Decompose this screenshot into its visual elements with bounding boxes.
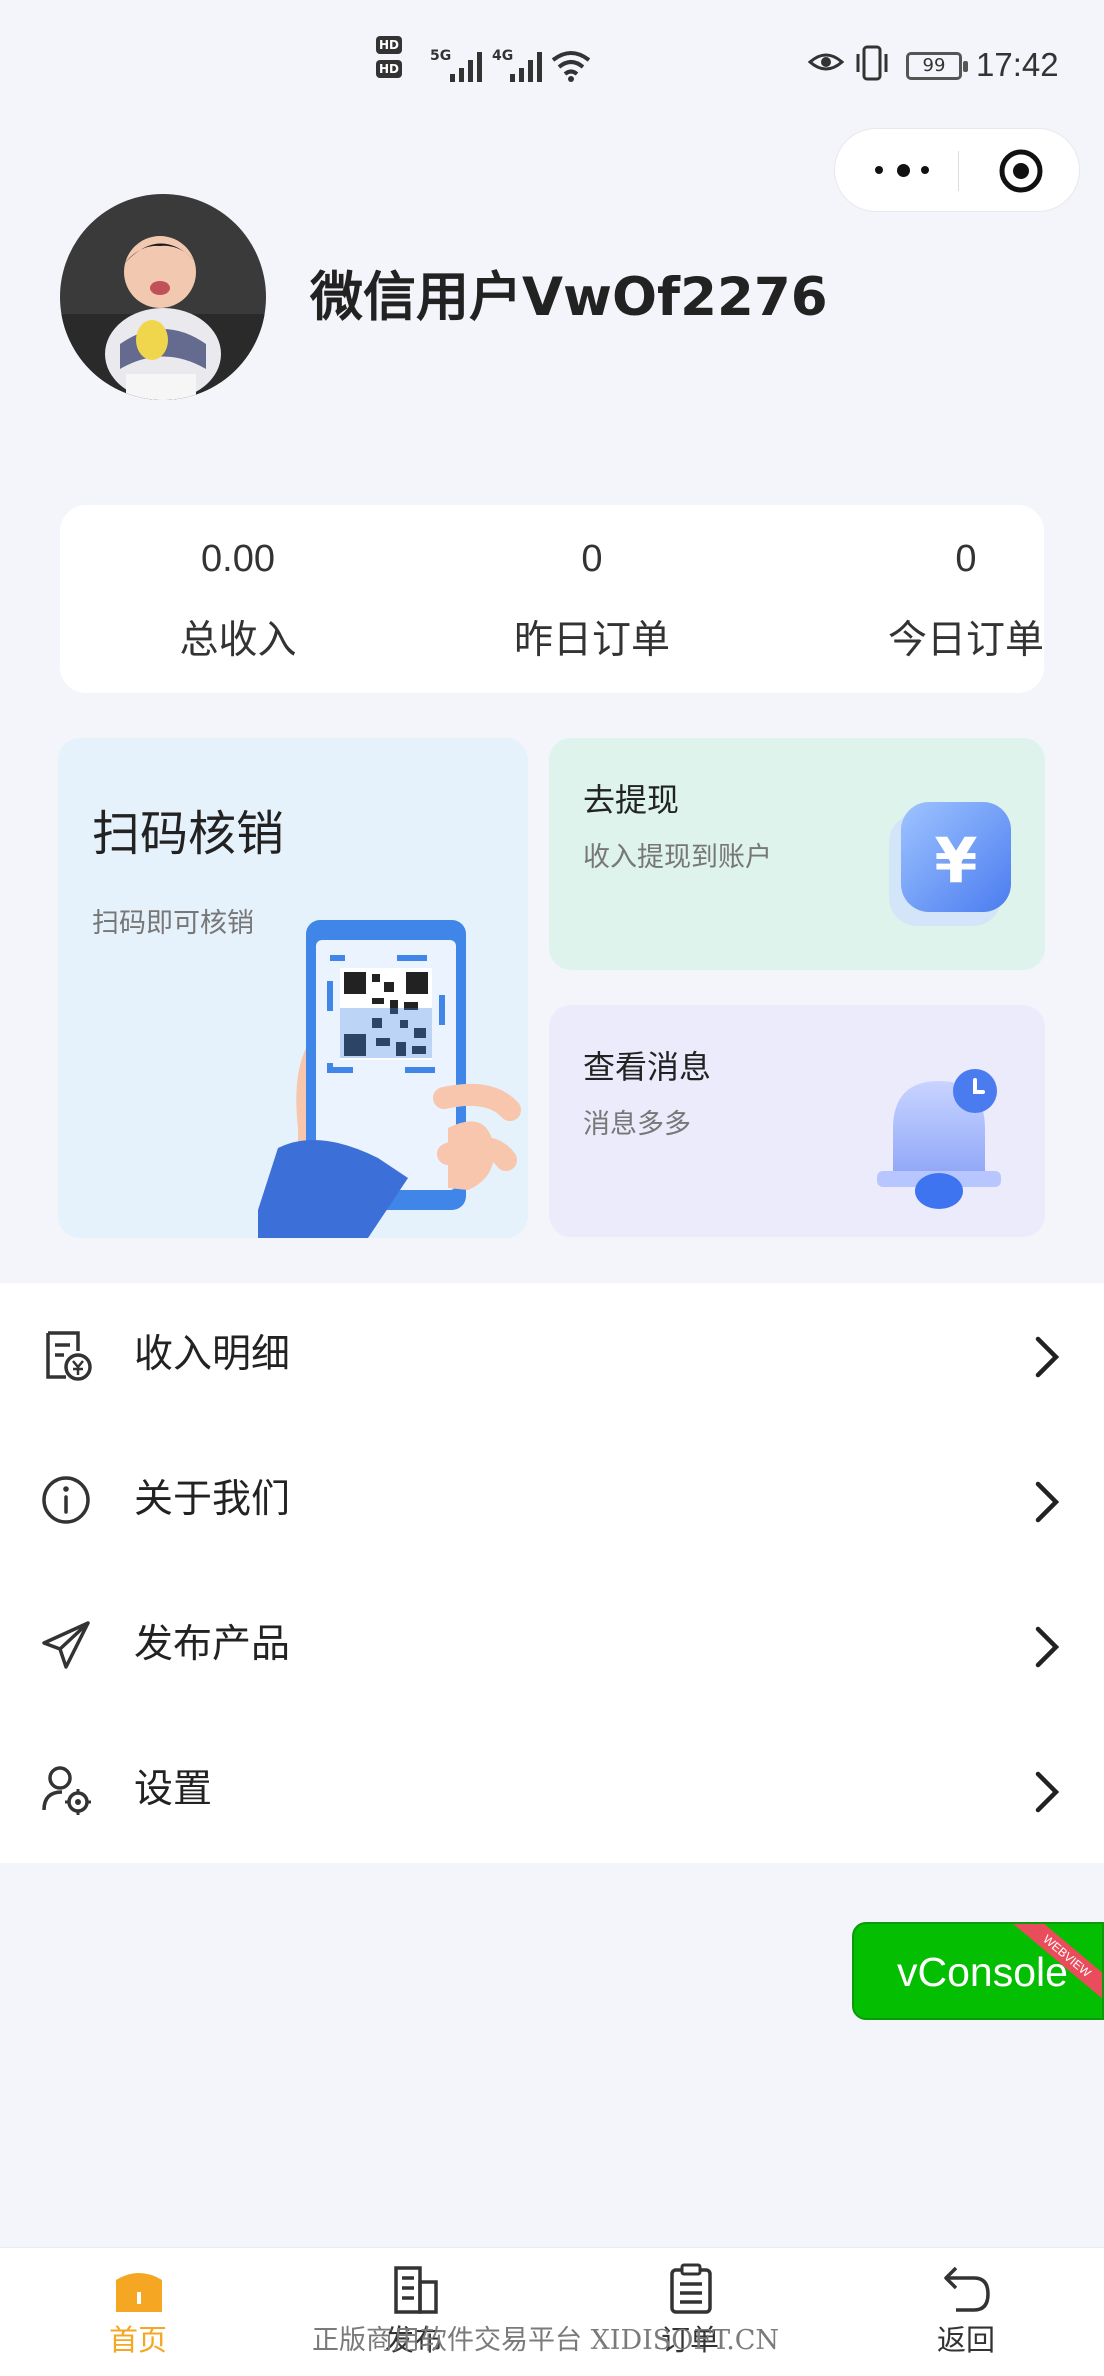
stat-value: 0 (955, 538, 977, 580)
chevron-right-icon (1035, 1336, 1060, 1378)
stat-yesterday-orders[interactable]: 0 昨日订单 (462, 531, 722, 669)
vconsole-button[interactable]: vConsole WEBVIEW (852, 1922, 1104, 2020)
vibrate-icon (856, 45, 888, 81)
paper-plane-icon (42, 1621, 90, 1669)
menu-item-publish-product[interactable]: 发布产品 (0, 1573, 1104, 1718)
home-icon (116, 2273, 162, 2312)
withdraw-card-title: 去提现 (583, 781, 680, 819)
wifi-icon (551, 51, 591, 82)
user-settings-icon (42, 1766, 91, 1815)
messages-card-title: 查看消息 (583, 1048, 712, 1086)
building-icon (394, 2266, 438, 2314)
hd-badge-2: HD (376, 60, 402, 78)
clipboard-icon (670, 2263, 712, 2314)
tab-return[interactable]: 返回 (828, 2248, 1104, 2376)
scan-verify-card[interactable]: 扫码核销 扫码即可核销 (58, 738, 528, 1238)
tab-label: 首页 (108, 2323, 167, 2357)
income-detail-icon (46, 1331, 92, 1381)
stat-today-orders[interactable]: 0 今日订单 (836, 531, 1096, 669)
eye-icon (808, 53, 844, 71)
menu-label: 发布产品 (134, 1622, 291, 1667)
capsule-divider (958, 151, 959, 191)
username: 微信用户VwOf2276 (310, 267, 828, 328)
menu-label: 设置 (134, 1767, 213, 1812)
tab-home[interactable]: 首页 (0, 2248, 276, 2376)
hd-badge-1: HD (376, 36, 402, 54)
withdraw-card[interactable]: 去提现 收入提现到账户 ¥ (549, 738, 1045, 970)
stat-value: 0.00 (201, 538, 275, 580)
scan-card-title: 扫码核销 (92, 806, 285, 862)
scan-card-subtitle: 扫码即可核销 (92, 908, 254, 939)
menu-list: 收入明细 关于我们 发布产品 设置 (0, 1283, 1104, 1863)
status-time: 17:42 (976, 46, 1059, 83)
stat-value: 0 (581, 538, 603, 580)
more-options-button[interactable] (875, 157, 935, 185)
hd-indicator: HD HD (376, 36, 422, 96)
stat-label: 总收入 (179, 618, 297, 663)
cell-signal-icon-2 (510, 52, 542, 82)
stat-label: 今日订单 (887, 618, 1044, 663)
watermark: 正版商用软件交易平台 XIDISOFT.CN (312, 2325, 780, 2356)
menu-item-settings[interactable]: 设置 (0, 1718, 1104, 1863)
cell-signal-icon (450, 52, 482, 82)
close-miniprogram-button[interactable] (997, 147, 1045, 195)
phone-qr-illustration-icon (258, 920, 521, 1238)
status-bar: HD HD 5G 4G 99 17:42 (0, 0, 1104, 130)
messages-card[interactable]: 查看消息 消息多多 (549, 1005, 1045, 1237)
vconsole-label: vConsole (897, 1949, 1068, 1995)
avatar[interactable] (60, 194, 266, 400)
avatar-photo (60, 194, 266, 400)
stat-label: 昨日订单 (513, 618, 670, 663)
withdraw-card-subtitle: 收入提现到账户 (583, 842, 772, 873)
stats-card: 0.00 总收入 0 昨日订单 0 今日订单 (60, 505, 1044, 693)
messages-card-subtitle: 消息多多 (583, 1109, 691, 1140)
miniprogram-capsule (834, 128, 1080, 212)
tab-label: 返回 (936, 2323, 995, 2357)
bell-icon (877, 1069, 1001, 1209)
return-icon (944, 2266, 990, 2312)
chevron-right-icon (1035, 1771, 1060, 1813)
menu-item-about-us[interactable]: 关于我们 (0, 1428, 1104, 1573)
menu-label: 收入明细 (134, 1332, 291, 1377)
stat-total-income[interactable]: 0.00 总收入 (108, 531, 368, 669)
menu-item-income-detail[interactable]: 收入明细 (0, 1283, 1104, 1428)
yuan-glyph: ¥ (934, 824, 977, 897)
info-icon (42, 1476, 90, 1524)
chevron-right-icon (1035, 1481, 1060, 1523)
menu-label: 关于我们 (134, 1477, 291, 1522)
yuan-coin-icon: ¥ (889, 802, 1011, 926)
chevron-right-icon (1035, 1626, 1060, 1668)
battery-indicator: 99 (906, 52, 968, 80)
